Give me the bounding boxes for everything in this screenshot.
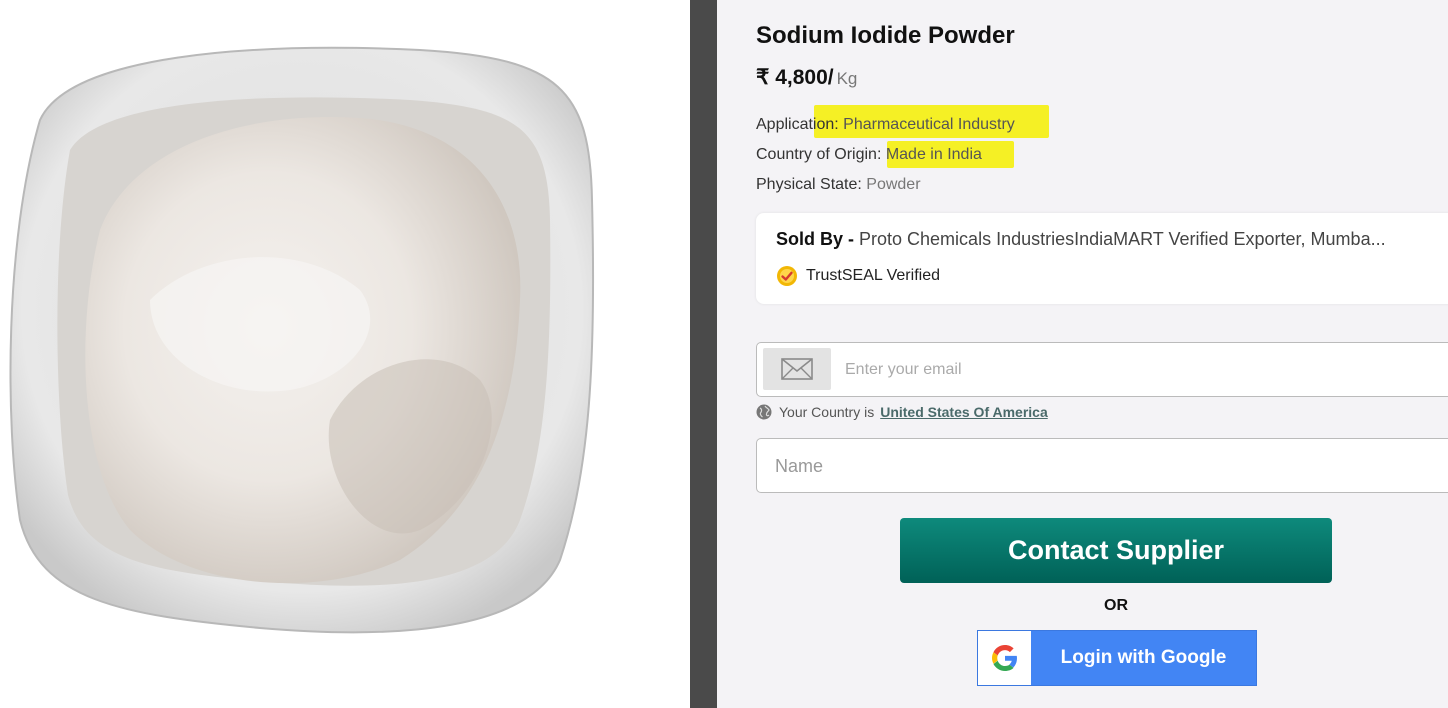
price-unit: Kg — [836, 69, 858, 88]
or-separator: OR — [1104, 597, 1128, 614]
product-price: ₹ 4,800/ — [756, 66, 834, 89]
spec-value: Pharmaceutical Industry — [843, 116, 1015, 133]
seller-line[interactable]: Sold By - Proto Chemicals IndustriesIndi… — [776, 229, 1448, 250]
name-field-wrapper — [756, 438, 1448, 493]
product-page: Sodium Iodide Powder ₹ 4,800/Kg Applicat… — [0, 0, 1448, 708]
name-field[interactable] — [775, 449, 1425, 483]
trustseal-label: TrustSEAL Verified — [806, 267, 940, 284]
price-row: ₹ 4,800/Kg — [756, 65, 857, 90]
envelope-icon — [763, 348, 831, 390]
contact-supplier-button[interactable]: Contact Supplier — [900, 518, 1332, 583]
spec-value: Powder — [866, 176, 921, 193]
spec-country-of-origin: Country of Origin: Made in India — [756, 146, 982, 164]
spec-application: Application: Pharmaceutical Industry — [756, 116, 1015, 134]
spec-label: Physical State: — [756, 176, 867, 193]
spec-value: Made in India — [885, 146, 982, 163]
trustseal-badge-icon — [777, 266, 797, 286]
country-link[interactable]: United States Of America — [880, 404, 1048, 420]
country-prefix: Your Country is — [779, 404, 875, 420]
google-button-label: Login with Google — [1060, 647, 1227, 668]
spec-physical-state: Physical State: Powder — [756, 176, 921, 194]
sold-by-label: Sold By - — [776, 229, 860, 249]
image-divider — [690, 0, 717, 708]
seller-name[interactable]: Proto Chemicals IndustriesIndiaMART Veri… — [859, 229, 1386, 249]
seller-card: Sold By - Proto Chemicals IndustriesIndi… — [756, 213, 1448, 304]
product-details-panel: Sodium Iodide Powder ₹ 4,800/Kg Applicat… — [717, 0, 1448, 708]
spec-label: Country of Origin: — [756, 146, 886, 163]
globe-icon — [756, 404, 772, 420]
email-field-wrapper — [756, 342, 1448, 397]
country-row: Your Country is United States Of America — [756, 404, 1048, 420]
trustseal-row: TrustSEAL Verified — [776, 265, 940, 287]
login-with-google-button[interactable]: Login with Google — [977, 630, 1257, 686]
product-image-pane — [0, 0, 690, 708]
product-title: Sodium Iodide Powder — [756, 22, 1015, 49]
email-field[interactable] — [845, 353, 1445, 387]
spec-label: Application: — [756, 116, 844, 133]
google-g-icon — [978, 631, 1031, 685]
product-image[interactable] — [0, 0, 690, 708]
